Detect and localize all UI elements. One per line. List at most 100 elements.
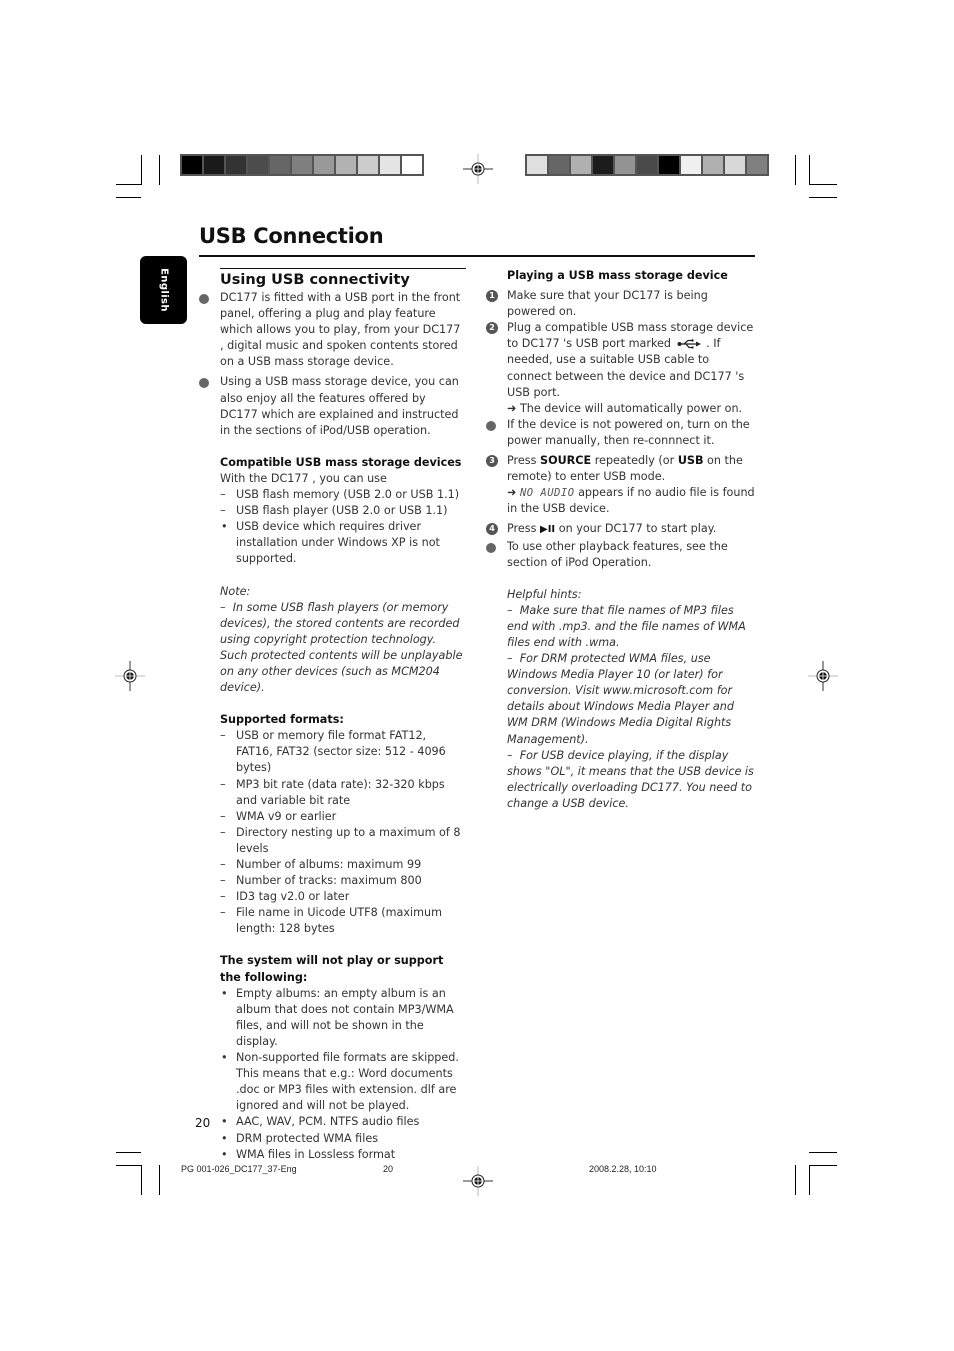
crop-mark: [116, 1152, 141, 1153]
compatible-item: USB flash player (USB 2.0 or USB 1.1): [220, 503, 466, 519]
color-swatch: [248, 156, 268, 174]
color-swatch: [659, 156, 679, 174]
play-pause-icon: ▶II: [540, 524, 556, 536]
arrow-right-icon: ➜: [507, 486, 517, 500]
format-item: Directory nesting up to a maximum of 8 l…: [220, 825, 466, 857]
color-swatch: [270, 156, 290, 174]
step-number-icon: 2: [486, 322, 498, 335]
unsupported-item: Empty albums: an empty album is an album…: [220, 986, 466, 1050]
step-number-icon: 1: [486, 290, 498, 303]
color-swatch: [637, 156, 657, 174]
intro-bullet: DC177 is fitted with a USB port in the f…: [199, 290, 466, 370]
color-swatch: [292, 156, 312, 174]
hint-item: – Make sure that file names of MP3 files…: [507, 603, 746, 649]
bullet-dot-icon: [486, 420, 496, 431]
crop-mark: [116, 184, 141, 185]
compatible-heading: Compatible USB mass storage devices: [220, 455, 462, 469]
footer-file: PG 001-026_DC177_37-Eng: [181, 1164, 297, 1174]
registration-mark-icon: [463, 1166, 493, 1196]
color-swatch: [593, 156, 613, 174]
hints-label: Helpful hints:: [507, 587, 582, 601]
crop-mark: [116, 1165, 141, 1166]
registration-mark-icon: [115, 661, 145, 691]
color-swatch: [703, 156, 723, 174]
format-item: Number of tracks: maximum 800: [220, 873, 466, 889]
language-tab: English: [140, 256, 187, 324]
page-number: 20: [195, 1116, 211, 1130]
color-swatch: [380, 156, 400, 174]
footer-page: 20: [383, 1164, 394, 1174]
format-item: File name in Uicode UTF8 (maximum length…: [220, 905, 466, 937]
step-number-icon: 4: [486, 523, 498, 536]
note-label: Note:: [220, 584, 251, 598]
color-swatch: [358, 156, 378, 174]
format-item: ID3 tag v2.0 or later: [220, 889, 466, 905]
step-result: ➜ NO AUDIO appears if no audio file is f…: [507, 485, 757, 517]
crop-mark: [795, 1165, 796, 1195]
lcd-display-text: NO AUDIO: [519, 487, 575, 500]
format-item: Number of albums: maximum 99: [220, 857, 466, 873]
color-swatch: [527, 156, 547, 174]
compatible-item: USB flash memory (USB 2.0 or USB 1.1): [220, 487, 466, 503]
left-color-bar: [180, 154, 424, 176]
color-swatch: [226, 156, 246, 174]
step-4: 4 Press ▶II on your DC177 to start play.: [486, 521, 757, 538]
title-divider: [199, 255, 755, 257]
format-item: USB or memory file format FAT12, FAT16, …: [220, 728, 466, 776]
hint-text: For DRM protected WMA files, use Windows…: [507, 652, 734, 746]
left-column: Using USB connectivity DC177 is fitted w…: [199, 268, 466, 1163]
color-swatch: [204, 156, 224, 174]
crop-mark: [141, 1165, 142, 1195]
formats-heading: Supported formats:: [220, 713, 344, 727]
color-swatch: [336, 156, 356, 174]
step-text: Press: [507, 522, 537, 536]
compatible-item: USB device which requires driver install…: [220, 519, 466, 567]
crop-mark: [141, 155, 142, 185]
color-swatch: [615, 156, 635, 174]
hint-item: – For DRM protected WMA files, use Windo…: [507, 652, 734, 746]
bullet-text: If the device is not powered on, turn on…: [507, 417, 750, 447]
playing-heading: Playing a USB mass storage device: [507, 269, 728, 282]
step-text: Make sure that your DC177 is being power…: [507, 289, 708, 319]
crop-mark: [809, 155, 810, 185]
step-text: repeatedly (or: [594, 454, 675, 468]
step-text: on your DC177 to start play.: [558, 522, 717, 536]
unsupported-item: DRM protected WMA files: [220, 1131, 466, 1147]
color-swatch: [402, 156, 422, 174]
result-text: The device will automatically power on.: [519, 401, 743, 415]
note-text: – In some USB flash players (or memory d…: [220, 600, 463, 695]
crop-mark: [159, 155, 160, 185]
section-heading: Using USB connectivity: [220, 268, 466, 289]
step-2: 2 Plug a compatible USB mass storage dev…: [486, 320, 757, 417]
hint-text: Make sure that file names of MP3 files e…: [507, 603, 746, 649]
color-swatch: [571, 156, 591, 174]
right-color-bar: [525, 154, 769, 176]
power-bullet: If the device is not powered on, turn on…: [486, 417, 757, 449]
color-swatch: [314, 156, 334, 174]
right-column: Playing a USB mass storage device 1 Make…: [486, 268, 757, 812]
arrow-right-icon: ➜: [507, 401, 517, 415]
color-swatch: [747, 156, 767, 174]
color-swatch: [549, 156, 569, 174]
registration-mark-icon: [463, 154, 493, 184]
step-3: 3 Press SOURCE repeatedly (or USB on the…: [486, 453, 757, 517]
color-swatch: [182, 156, 202, 174]
intro-bullet-text: Using a USB mass storage device, you can…: [220, 375, 459, 437]
hint-item: – For USB device playing, if the display…: [507, 748, 754, 810]
hint-text: For USB device playing, if the display s…: [507, 748, 754, 810]
crop-mark: [809, 1152, 837, 1153]
crop-mark: [795, 155, 796, 185]
bullet-dot-icon: [199, 378, 209, 389]
crop-mark: [159, 1165, 160, 1195]
format-item: WMA v9 or earlier: [220, 809, 466, 825]
bullet-dot-icon: [486, 542, 496, 553]
color-swatch: [725, 156, 745, 174]
crop-mark: [809, 197, 837, 198]
other-bullet: To use other playback features, see the …: [486, 539, 757, 571]
crop-mark: [809, 1165, 810, 1195]
registration-mark-icon: [808, 661, 838, 691]
crop-mark: [809, 184, 837, 185]
usb-icon: [677, 339, 701, 349]
step-text: Press: [507, 454, 537, 468]
unsupported-item: Non-supported file formats are skipped. …: [220, 1050, 466, 1114]
